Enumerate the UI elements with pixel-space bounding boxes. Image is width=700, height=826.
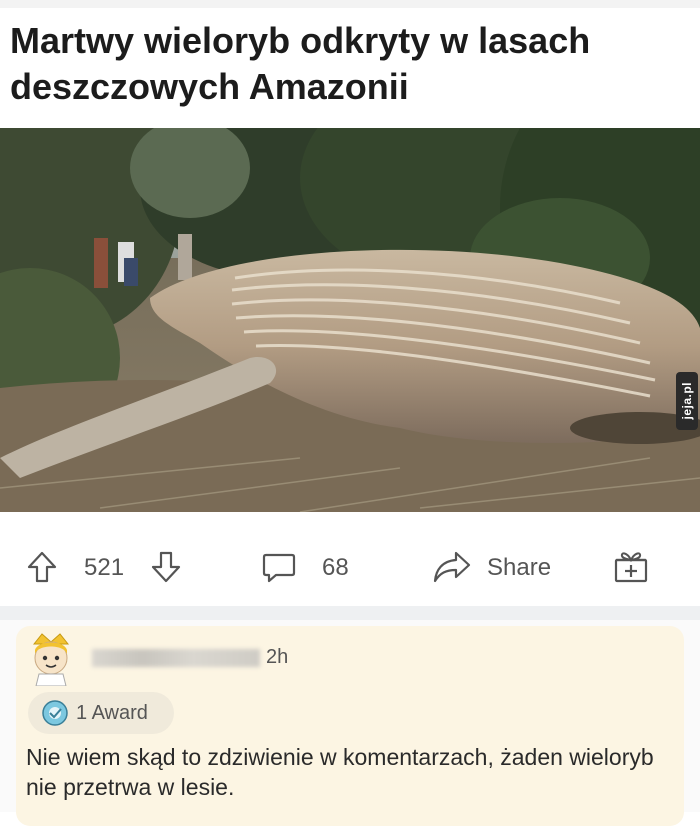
downvote-button[interactable] [150, 550, 182, 584]
watermark-text: jeja.pl [680, 382, 694, 420]
upvote-button[interactable] [26, 550, 58, 584]
give-award-button[interactable] [612, 548, 650, 584]
post-image[interactable] [0, 128, 700, 512]
section-divider [0, 606, 700, 620]
award-badge[interactable]: 1 Award [28, 692, 174, 734]
award-label: 1 Award [76, 701, 148, 724]
comment-username[interactable] [92, 649, 260, 667]
upvote-icon [27, 551, 57, 583]
comments-button[interactable] [262, 552, 296, 584]
watermark-logo: jeja.pl [676, 372, 698, 430]
gift-award-icon [614, 552, 648, 583]
avatar[interactable] [26, 630, 76, 687]
comment-count: 68 [322, 554, 349, 581]
downvote-icon [151, 551, 181, 583]
comment-body: Nie wiem skąd to zdziwienie w komentarza… [26, 744, 654, 800]
comment-time: 2h [266, 646, 289, 668]
share-icon [433, 551, 471, 583]
post-title: Martwy wieloryb odkryty w lasach deszczo… [10, 20, 591, 107]
post-actions-bar: 521 68 Share [0, 530, 700, 606]
comment-icon [262, 553, 296, 583]
top-strip [0, 0, 700, 8]
vote-count: 521 [84, 554, 125, 581]
share-label[interactable]: Share [487, 554, 551, 582]
award-icon [42, 700, 68, 726]
share-button[interactable] [432, 550, 472, 584]
